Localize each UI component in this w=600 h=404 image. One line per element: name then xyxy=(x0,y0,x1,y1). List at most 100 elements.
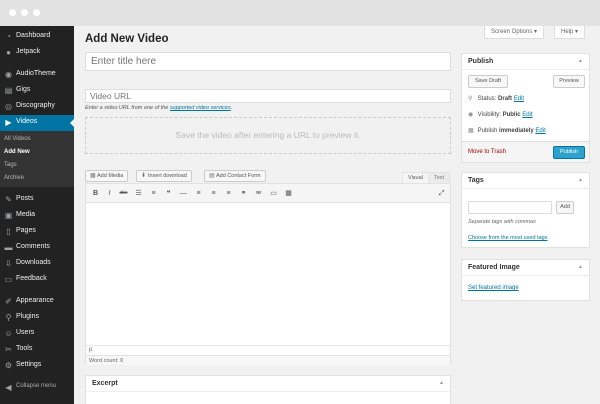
url-help-text: Enter a video URL from one of the xyxy=(85,105,169,111)
excerpt-title: Excerpt xyxy=(92,380,118,387)
calendar-icon: ▦ xyxy=(468,128,474,134)
tab-visual[interactable]: Visual xyxy=(402,172,429,183)
insert-link-icon[interactable]: ⚭ xyxy=(239,189,248,198)
window-dot-icon xyxy=(9,9,16,16)
publish-header[interactable]: Publish ▲ xyxy=(462,54,589,70)
video-preview-placeholder: Save the video after entering a URL to p… xyxy=(85,117,451,154)
pages-icon: ▯ xyxy=(6,227,11,236)
featured-image-header[interactable]: Featured Image ▲ xyxy=(462,260,589,276)
horizontal-rule-icon[interactable]: — xyxy=(179,189,188,198)
bold-icon[interactable]: B xyxy=(91,189,100,198)
publish-button[interactable]: Publish xyxy=(553,146,585,159)
numbered-list-icon[interactable]: ≡ xyxy=(149,189,158,198)
sidebar-item-discography[interactable]: ◎ Discography xyxy=(0,99,74,115)
tag-input[interactable] xyxy=(468,201,552,214)
sidebar-item-jetpack[interactable]: ● Jetpack xyxy=(0,45,74,61)
video-url-help: Enter a video URL from one of the suppor… xyxy=(85,105,232,111)
align-center-icon[interactable]: ≡ xyxy=(209,189,218,198)
italic-icon[interactable]: I xyxy=(105,189,114,198)
submenu-add-new[interactable]: Add New xyxy=(4,149,30,155)
featured-image-box: Featured Image ▲ Set featured image xyxy=(461,259,590,301)
excerpt-header[interactable]: Excerpt ▲ xyxy=(86,376,450,392)
word-count: Word count: 0 xyxy=(86,355,450,365)
toggle-icon[interactable]: ▲ xyxy=(439,380,444,386)
submenu-archive[interactable]: Archive xyxy=(4,175,24,181)
remove-link-icon[interactable]: ⚮ xyxy=(254,189,263,198)
toggle-icon[interactable]: ▲ xyxy=(578,264,583,270)
visibility-label: Visibility: xyxy=(477,112,501,118)
blockquote-icon[interactable]: ❝ xyxy=(164,189,173,198)
tools-icon: ✂ xyxy=(5,345,12,354)
media-icon: ▣ xyxy=(4,211,13,220)
title-input[interactable] xyxy=(85,52,451,71)
edit-visibility-link[interactable]: Edit xyxy=(522,112,532,118)
toggle-icon[interactable]: ▲ xyxy=(578,58,583,64)
status-label: Status: xyxy=(477,96,497,102)
align-left-icon[interactable]: ≡ xyxy=(194,189,203,198)
set-featured-image-link[interactable]: Set featured image xyxy=(468,285,519,291)
sidebar-item-media[interactable]: ▣ Media xyxy=(0,208,74,224)
sidebar-item-settings[interactable]: ⚙ Settings xyxy=(0,358,74,374)
add-media-button[interactable]: ▦Add Media xyxy=(85,170,129,182)
sidebar-item-comments[interactable]: ▬ Comments xyxy=(0,240,74,256)
sidebar-item-label: Pages xyxy=(16,227,36,234)
contact-form-icon: ▤ xyxy=(209,173,215,179)
sidebar-item-label: Gigs xyxy=(16,86,31,93)
sidebar-item-plugins[interactable]: ⚲ Plugins xyxy=(0,310,74,326)
align-right-icon[interactable]: ≡ xyxy=(224,189,233,198)
fullscreen-icon[interactable]: ⤢ xyxy=(437,189,446,198)
sidebar-item-gigs[interactable]: ▤ Gigs xyxy=(0,83,74,99)
sidebar-item-label: Videos xyxy=(16,118,38,125)
sidebar-item-pages[interactable]: ▯ Pages xyxy=(0,224,74,240)
sidebar-item-tools[interactable]: ✂ Tools xyxy=(0,342,74,358)
posts-icon: ✎ xyxy=(5,195,12,204)
edit-status-link[interactable]: Edit xyxy=(514,96,524,102)
publish-title: Publish xyxy=(468,58,494,65)
content-editor[interactable]: B I abc ☰ ≡ ❝ — ≡ ≡ ≡ ⚭ ⚮ ▭ ▦ ⤢ p Word c… xyxy=(85,183,451,365)
tab-text[interactable]: Text xyxy=(428,172,451,183)
sidebar-item-audiotheme[interactable]: ◉ AudioTheme xyxy=(0,67,74,83)
sidebar-item-videos[interactable]: ▶ Videos xyxy=(0,115,74,131)
supported-video-services-link[interactable]: supported video services xyxy=(170,105,231,111)
insert-download-button[interactable]: ⬇ Insert download xyxy=(136,170,192,182)
plugins-icon: ⚲ xyxy=(5,313,12,322)
add-contact-form-button[interactable]: ▤Add Contact Form xyxy=(204,170,266,182)
submenu-all-videos[interactable]: All Videos xyxy=(4,136,31,142)
audiotheme-icon: ◉ xyxy=(5,70,12,79)
tags-title: Tags xyxy=(468,177,484,184)
tags-box: Tags ▲ Add Separate tags with commas Cho… xyxy=(461,172,590,248)
edit-publish-time-link[interactable]: Edit xyxy=(535,128,545,134)
video-url-input[interactable] xyxy=(85,89,451,103)
collapse-menu-button[interactable]: ◀ Collapse menu xyxy=(0,380,74,396)
sidebar-item-label: Settings xyxy=(16,361,42,368)
toolbar-toggle-icon[interactable]: ▦ xyxy=(284,189,293,198)
add-tag-button[interactable]: Add xyxy=(556,201,574,214)
sidebar-item-label: Dashboard xyxy=(16,32,51,39)
settings-icon: ⚙ xyxy=(4,361,13,370)
read-more-icon[interactable]: ▭ xyxy=(269,189,278,198)
move-to-trash-link[interactable]: Move to Trash xyxy=(468,149,506,155)
save-draft-button[interactable]: Save Draft xyxy=(468,75,508,88)
sidebar-item-dashboard[interactable]: ◔ Dashboard xyxy=(0,29,74,45)
choose-most-used-tags-link[interactable]: Choose from the most used tags xyxy=(468,235,547,241)
sidebar-item-posts[interactable]: ✎ Posts xyxy=(0,192,74,208)
sidebar-item-feedback[interactable]: ▭ Feedback xyxy=(0,272,74,288)
videos-icon: ▶ xyxy=(5,118,12,127)
submenu-tags[interactable]: Tags xyxy=(4,162,17,168)
help-button[interactable]: Help ▾ xyxy=(554,26,586,39)
sidebar-item-label: Comments xyxy=(16,243,50,250)
strikethrough-icon[interactable]: abc xyxy=(119,189,128,198)
sidebar-item-users[interactable]: ☺ Users xyxy=(0,326,74,342)
tags-header[interactable]: Tags ▲ xyxy=(462,173,589,189)
sidebar-item-downloads[interactable]: ⇩ Downloads xyxy=(0,256,74,272)
sidebar-item-label: AudioTheme xyxy=(16,70,56,77)
screen-options-button[interactable]: Screen Options ▾ xyxy=(484,26,545,39)
bullet-list-icon[interactable]: ☰ xyxy=(134,189,143,198)
dashboard-icon: ◔ xyxy=(6,32,11,41)
downloads-icon: ⇩ xyxy=(5,259,12,268)
sidebar-item-appearance[interactable]: ✐ Appearance xyxy=(0,294,74,310)
pin-icon: ⚲ xyxy=(468,96,473,102)
admin-sidebar: ◔ Dashboard ● Jetpack ◉ AudioTheme ▤ Gigs ◎ D… xyxy=(0,26,74,404)
toggle-icon[interactable]: ▲ xyxy=(578,177,583,183)
preview-button[interactable]: Preview xyxy=(553,75,585,88)
